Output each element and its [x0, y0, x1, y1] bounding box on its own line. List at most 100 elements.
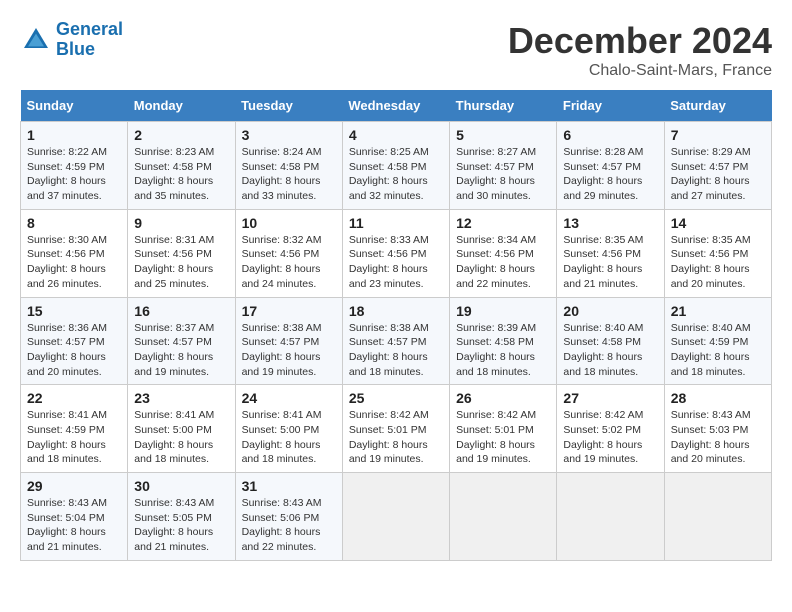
daylight-label: Daylight: 8 hours and 18 minutes.: [27, 439, 106, 466]
day-number: 13: [563, 215, 657, 231]
sunset-label: Sunset: 4:56 PM: [563, 248, 641, 260]
calendar-cell: 7 Sunrise: 8:29 AM Sunset: 4:57 PM Dayli…: [664, 122, 771, 210]
daylight-label: Daylight: 8 hours and 19 minutes.: [563, 439, 642, 466]
day-number: 16: [134, 303, 228, 319]
day-info: Sunrise: 8:42 AM Sunset: 5:01 PM Dayligh…: [456, 408, 550, 467]
logo-blue: Blue: [56, 39, 95, 59]
sunset-label: Sunset: 4:57 PM: [242, 336, 320, 348]
daylight-label: Daylight: 8 hours and 29 minutes.: [563, 175, 642, 202]
daylight-label: Daylight: 8 hours and 20 minutes.: [671, 263, 750, 290]
sunset-label: Sunset: 5:01 PM: [456, 424, 534, 436]
sunrise-label: Sunrise: 8:40 AM: [563, 322, 643, 334]
daylight-label: Daylight: 8 hours and 33 minutes.: [242, 175, 321, 202]
header-sunday: Sunday: [21, 90, 128, 122]
sunset-label: Sunset: 4:59 PM: [671, 336, 749, 348]
day-info: Sunrise: 8:36 AM Sunset: 4:57 PM Dayligh…: [27, 321, 121, 380]
sunset-label: Sunset: 4:56 PM: [456, 248, 534, 260]
weekday-header-row: Sunday Monday Tuesday Wednesday Thursday…: [21, 90, 772, 122]
day-number: 10: [242, 215, 336, 231]
day-info: Sunrise: 8:39 AM Sunset: 4:58 PM Dayligh…: [456, 321, 550, 380]
title-area: December 2024 Chalo-Saint-Mars, France: [508, 20, 772, 80]
sunrise-label: Sunrise: 8:35 AM: [671, 234, 751, 246]
sunrise-label: Sunrise: 8:23 AM: [134, 146, 214, 158]
day-number: 6: [563, 127, 657, 143]
day-info: Sunrise: 8:37 AM Sunset: 4:57 PM Dayligh…: [134, 321, 228, 380]
sunrise-label: Sunrise: 8:28 AM: [563, 146, 643, 158]
day-info: Sunrise: 8:34 AM Sunset: 4:56 PM Dayligh…: [456, 233, 550, 292]
header: General Blue December 2024 Chalo-Saint-M…: [20, 20, 772, 80]
sunset-label: Sunset: 4:57 PM: [563, 161, 641, 173]
header-wednesday: Wednesday: [342, 90, 449, 122]
day-number: 15: [27, 303, 121, 319]
sunrise-label: Sunrise: 8:29 AM: [671, 146, 751, 158]
day-number: 26: [456, 390, 550, 406]
calendar-cell: 1 Sunrise: 8:22 AM Sunset: 4:59 PM Dayli…: [21, 122, 128, 210]
calendar-cell: 5 Sunrise: 8:27 AM Sunset: 4:57 PM Dayli…: [450, 122, 557, 210]
calendar-cell: 2 Sunrise: 8:23 AM Sunset: 4:58 PM Dayli…: [128, 122, 235, 210]
calendar-cell: 28 Sunrise: 8:43 AM Sunset: 5:03 PM Dayl…: [664, 385, 771, 473]
calendar-cell: 27 Sunrise: 8:42 AM Sunset: 5:02 PM Dayl…: [557, 385, 664, 473]
sunrise-label: Sunrise: 8:37 AM: [134, 322, 214, 334]
sunset-label: Sunset: 4:59 PM: [27, 161, 105, 173]
day-info: Sunrise: 8:43 AM Sunset: 5:06 PM Dayligh…: [242, 496, 336, 555]
sunset-label: Sunset: 5:06 PM: [242, 512, 320, 524]
day-info: Sunrise: 8:22 AM Sunset: 4:59 PM Dayligh…: [27, 145, 121, 204]
calendar-cell: 4 Sunrise: 8:25 AM Sunset: 4:58 PM Dayli…: [342, 122, 449, 210]
calendar-cell: [342, 473, 449, 561]
header-saturday: Saturday: [664, 90, 771, 122]
calendar-cell: 26 Sunrise: 8:42 AM Sunset: 5:01 PM Dayl…: [450, 385, 557, 473]
calendar-cell: 13 Sunrise: 8:35 AM Sunset: 4:56 PM Dayl…: [557, 209, 664, 297]
calendar-cell: [557, 473, 664, 561]
day-info: Sunrise: 8:43 AM Sunset: 5:03 PM Dayligh…: [671, 408, 765, 467]
daylight-label: Daylight: 8 hours and 18 minutes.: [349, 351, 428, 378]
calendar-cell: 3 Sunrise: 8:24 AM Sunset: 4:58 PM Dayli…: [235, 122, 342, 210]
daylight-label: Daylight: 8 hours and 18 minutes.: [242, 439, 321, 466]
calendar-cell: 6 Sunrise: 8:28 AM Sunset: 4:57 PM Dayli…: [557, 122, 664, 210]
calendar-cell: 9 Sunrise: 8:31 AM Sunset: 4:56 PM Dayli…: [128, 209, 235, 297]
daylight-label: Daylight: 8 hours and 18 minutes.: [671, 351, 750, 378]
day-number: 3: [242, 127, 336, 143]
sunset-label: Sunset: 4:58 PM: [134, 161, 212, 173]
daylight-label: Daylight: 8 hours and 18 minutes.: [563, 351, 642, 378]
sunset-label: Sunset: 4:58 PM: [242, 161, 320, 173]
day-number: 4: [349, 127, 443, 143]
day-info: Sunrise: 8:40 AM Sunset: 4:58 PM Dayligh…: [563, 321, 657, 380]
day-info: Sunrise: 8:33 AM Sunset: 4:56 PM Dayligh…: [349, 233, 443, 292]
sunrise-label: Sunrise: 8:40 AM: [671, 322, 751, 334]
day-info: Sunrise: 8:24 AM Sunset: 4:58 PM Dayligh…: [242, 145, 336, 204]
sunset-label: Sunset: 4:58 PM: [349, 161, 427, 173]
day-number: 2: [134, 127, 228, 143]
calendar-cell: 19 Sunrise: 8:39 AM Sunset: 4:58 PM Dayl…: [450, 297, 557, 385]
calendar-cell: 11 Sunrise: 8:33 AM Sunset: 4:56 PM Dayl…: [342, 209, 449, 297]
day-info: Sunrise: 8:42 AM Sunset: 5:02 PM Dayligh…: [563, 408, 657, 467]
logo: General Blue: [20, 20, 123, 60]
day-info: Sunrise: 8:32 AM Sunset: 4:56 PM Dayligh…: [242, 233, 336, 292]
daylight-label: Daylight: 8 hours and 21 minutes.: [27, 526, 106, 553]
calendar-cell: 21 Sunrise: 8:40 AM Sunset: 4:59 PM Dayl…: [664, 297, 771, 385]
calendar-cell: [450, 473, 557, 561]
day-number: 18: [349, 303, 443, 319]
logo-icon: [20, 24, 52, 56]
day-info: Sunrise: 8:35 AM Sunset: 4:56 PM Dayligh…: [671, 233, 765, 292]
header-friday: Friday: [557, 90, 664, 122]
sunset-label: Sunset: 4:57 PM: [27, 336, 105, 348]
daylight-label: Daylight: 8 hours and 21 minutes.: [134, 526, 213, 553]
daylight-label: Daylight: 8 hours and 23 minutes.: [349, 263, 428, 290]
daylight-label: Daylight: 8 hours and 19 minutes.: [134, 351, 213, 378]
sunset-label: Sunset: 5:00 PM: [134, 424, 212, 436]
sunrise-label: Sunrise: 8:41 AM: [242, 409, 322, 421]
sunrise-label: Sunrise: 8:36 AM: [27, 322, 107, 334]
sunrise-label: Sunrise: 8:30 AM: [27, 234, 107, 246]
daylight-label: Daylight: 8 hours and 37 minutes.: [27, 175, 106, 202]
daylight-label: Daylight: 8 hours and 25 minutes.: [134, 263, 213, 290]
daylight-label: Daylight: 8 hours and 19 minutes.: [349, 439, 428, 466]
sunset-label: Sunset: 4:58 PM: [563, 336, 641, 348]
day-info: Sunrise: 8:38 AM Sunset: 4:57 PM Dayligh…: [242, 321, 336, 380]
logo-general: General: [56, 19, 123, 39]
sunrise-label: Sunrise: 8:38 AM: [349, 322, 429, 334]
day-number: 25: [349, 390, 443, 406]
sunset-label: Sunset: 4:59 PM: [27, 424, 105, 436]
day-number: 31: [242, 478, 336, 494]
day-number: 11: [349, 215, 443, 231]
day-number: 29: [27, 478, 121, 494]
